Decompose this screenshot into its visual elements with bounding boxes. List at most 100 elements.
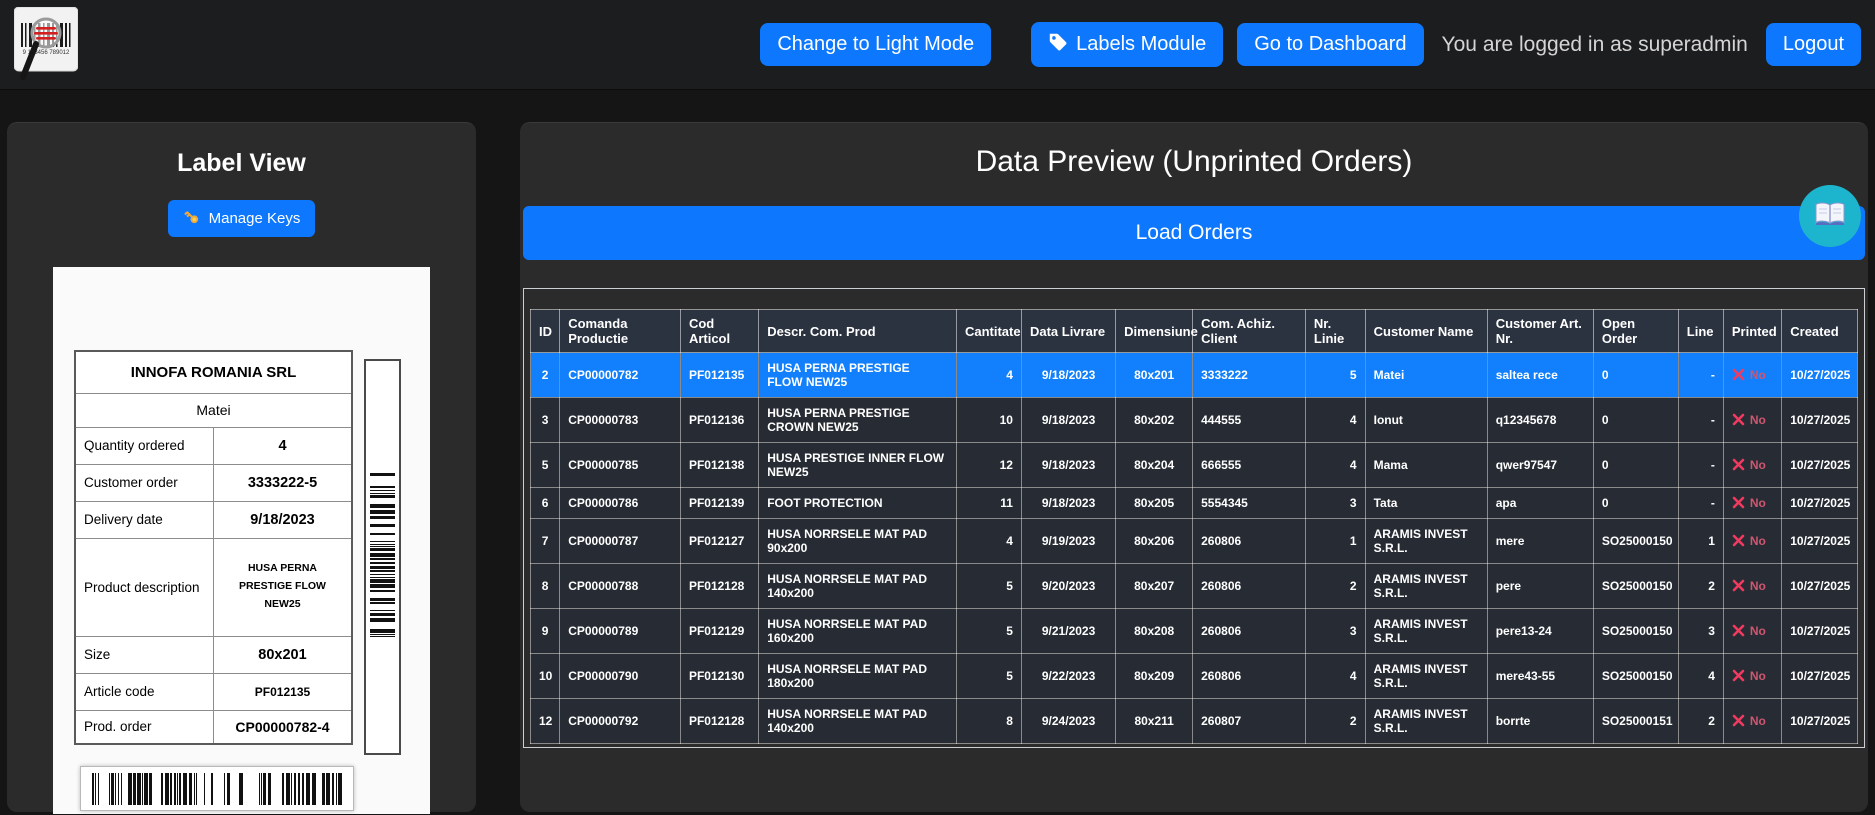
label-field-name: Prod. order: [75, 710, 214, 744]
docs-fab-button[interactable]: [1799, 185, 1861, 247]
cell-cantitate: 4: [956, 519, 1021, 564]
column-header: Printed: [1723, 310, 1781, 353]
navbar: 9 123456 789012 Change to Light Mode Lab…: [0, 0, 1875, 90]
cell-comanda: CP00000789: [560, 609, 681, 654]
cell-data_livrare: 9/18/2023: [1021, 443, 1115, 488]
table-row[interactable]: 6CP00000786PF012139FOOT PROTECTION119/18…: [531, 488, 1858, 519]
cell-dimensiune: 80x204: [1116, 443, 1193, 488]
cell-nr_linie: 4: [1305, 398, 1365, 443]
app-logo[interactable]: 9 123456 789012: [14, 7, 78, 87]
column-header: Open Order: [1593, 310, 1678, 353]
label-field-name: Product description: [75, 538, 214, 636]
cell-com_achiz: 260806: [1193, 654, 1306, 699]
table-row[interactable]: 7CP00000787PF012127HUSA NORRSELE MAT PAD…: [531, 519, 1858, 564]
x-icon: [1732, 413, 1745, 427]
column-header: Com. Achiz. Client: [1193, 310, 1306, 353]
x-icon: [1732, 714, 1745, 728]
cell-nr_linie: 2: [1305, 564, 1365, 609]
printed-status: No: [1723, 654, 1781, 699]
tag-icon: [1048, 32, 1067, 57]
cell-com_achiz: 260806: [1193, 564, 1306, 609]
cell-customer_name: Tata: [1365, 488, 1487, 519]
cell-dimensiune: 80x205: [1116, 488, 1193, 519]
cell-nr_linie: 4: [1305, 654, 1365, 699]
cell-customer_art: pere13-24: [1487, 609, 1593, 654]
printed-status: No: [1723, 443, 1781, 488]
x-icon: [1732, 669, 1745, 683]
laser-lines: [34, 27, 58, 40]
cell-descr: HUSA PERNA PRESTIGE FLOW NEW25: [759, 353, 957, 398]
data-preview-panel: Data Preview (Unprinted Orders) Load Ord…: [520, 122, 1868, 812]
column-header: Cantitate: [956, 310, 1021, 353]
cell-descr: HUSA PERNA PRESTIGE CROWN NEW25: [759, 398, 957, 443]
cell-line: 3: [1678, 609, 1723, 654]
cell-customer_art: qwer97547: [1487, 443, 1593, 488]
dashboard-button[interactable]: Go to Dashboard: [1237, 23, 1423, 66]
cell-open_order: 0: [1593, 398, 1678, 443]
cell-comanda: CP00000787: [560, 519, 681, 564]
cell-descr: HUSA PRESTIGE INNER FLOW NEW25: [759, 443, 957, 488]
light-mode-button[interactable]: Change to Light Mode: [760, 23, 991, 66]
table-row[interactable]: 3CP00000783PF012136HUSA PERNA PRESTIGE C…: [531, 398, 1858, 443]
label-field-name: Delivery date: [75, 501, 214, 538]
table-row[interactable]: 10CP00000790PF012130HUSA NORRSELE MAT PA…: [531, 654, 1858, 699]
table-row[interactable]: 9CP00000789PF012129HUSA NORRSELE MAT PAD…: [531, 609, 1858, 654]
cell-customer_art: borrte: [1487, 699, 1593, 744]
cell-descr: HUSA NORRSELE MAT PAD 180x200: [759, 654, 957, 699]
load-orders-button[interactable]: Load Orders: [523, 206, 1865, 260]
cell-id: 3: [531, 398, 560, 443]
printed-label: No: [1750, 579, 1766, 593]
label-view-title: Label View: [7, 149, 476, 178]
logout-button[interactable]: Logout: [1766, 23, 1861, 66]
cell-data_livrare: 9/19/2023: [1021, 519, 1115, 564]
orders-table: IDComanda ProductieCod ArticolDescr. Com…: [530, 309, 1858, 744]
cell-id: 12: [531, 699, 560, 744]
label-field-value: HUSA PERNA PRESTIGE FLOW NEW25: [214, 538, 353, 636]
table-row[interactable]: 12CP00000792PF012128HUSA NORRSELE MAT PA…: [531, 699, 1858, 744]
cell-dimensiune: 80x202: [1116, 398, 1193, 443]
cell-nr_linie: 3: [1305, 609, 1365, 654]
table-row[interactable]: 5CP00000785PF012138HUSA PRESTIGE INNER F…: [531, 443, 1858, 488]
printed-status: No: [1723, 699, 1781, 744]
main-content: Label View Manage Keys INNOFA ROMANIA SR…: [0, 90, 1875, 812]
column-header: ID: [531, 310, 560, 353]
label-customer: Matei: [75, 393, 352, 427]
x-icon: [1732, 458, 1745, 472]
column-header: Created: [1782, 310, 1858, 353]
cell-descr: FOOT PROTECTION: [759, 488, 957, 519]
column-header: Comanda Productie: [560, 310, 681, 353]
cell-created: 10/27/2025: [1782, 564, 1858, 609]
table-row[interactable]: 2CP00000782PF012135HUSA PERNA PRESTIGE F…: [531, 353, 1858, 398]
cell-com_achiz: 666555: [1193, 443, 1306, 488]
cell-customer_art: saltea rece: [1487, 353, 1593, 398]
label-field-value: 4: [214, 427, 353, 464]
cell-cod: PF012135: [680, 353, 758, 398]
cell-customer_name: ARAMIS INVEST S.R.L.: [1365, 654, 1487, 699]
cell-customer_name: Mama: [1365, 443, 1487, 488]
labels-module-button[interactable]: Labels Module: [1031, 22, 1223, 67]
login-status-text: You are logged in as superadmin: [1442, 33, 1748, 57]
cell-cod: PF012138: [680, 443, 758, 488]
cell-line: 4: [1678, 654, 1723, 699]
cell-created: 10/27/2025: [1782, 443, 1858, 488]
data-preview-title: Data Preview (Unprinted Orders): [523, 145, 1865, 179]
cell-created: 10/27/2025: [1782, 519, 1858, 564]
label-table: INNOFA ROMANIA SRL Matei Quantity ordere…: [74, 350, 353, 745]
cell-descr: HUSA NORRSELE MAT PAD 160x200: [759, 609, 957, 654]
printed-status: No: [1723, 488, 1781, 519]
table-row[interactable]: 8CP00000788PF012128HUSA NORRSELE MAT PAD…: [531, 564, 1858, 609]
cell-created: 10/27/2025: [1782, 654, 1858, 699]
manage-keys-button[interactable]: Manage Keys: [168, 200, 316, 237]
label-field-value: 80x201: [214, 636, 353, 673]
cell-open_order: 0: [1593, 353, 1678, 398]
x-icon: [1732, 534, 1745, 548]
cell-customer_art: q12345678: [1487, 398, 1593, 443]
cell-data_livrare: 9/18/2023: [1021, 398, 1115, 443]
cell-id: 5: [531, 443, 560, 488]
printed-label: No: [1750, 669, 1766, 683]
cell-customer_art: mere43-55: [1487, 654, 1593, 699]
cell-cantitate: 5: [956, 564, 1021, 609]
cell-dimensiune: 80x208: [1116, 609, 1193, 654]
cell-open_order: SO25000150: [1593, 519, 1678, 564]
cell-data_livrare: 9/20/2023: [1021, 564, 1115, 609]
